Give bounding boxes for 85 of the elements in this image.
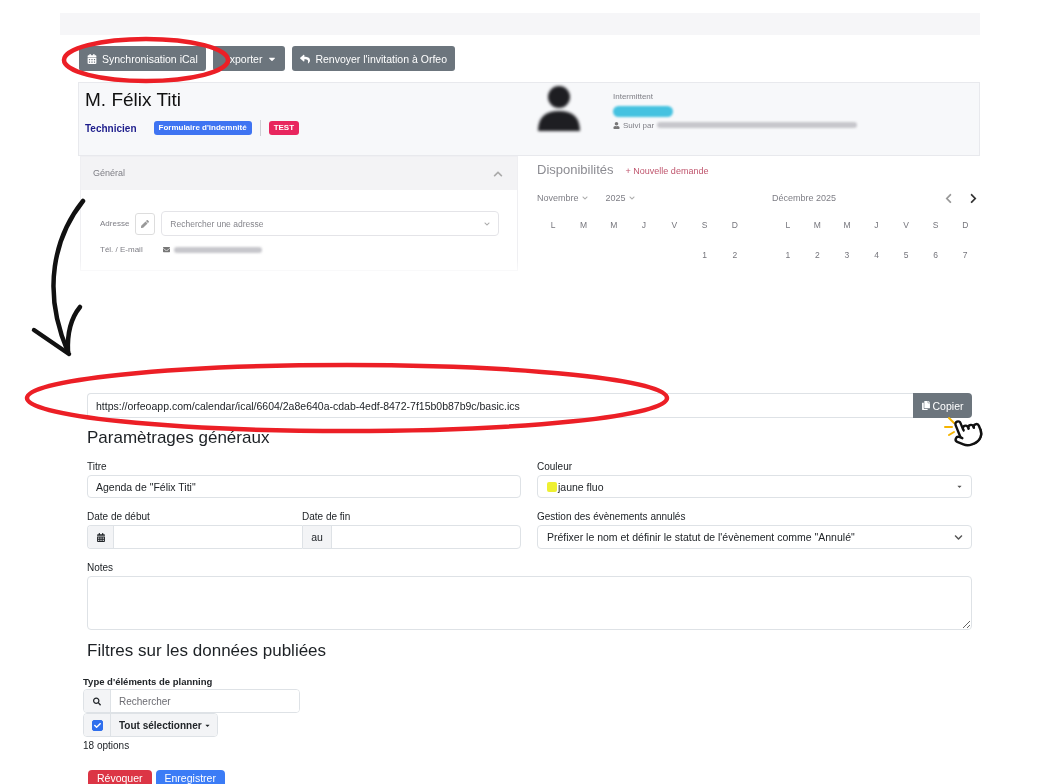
calendar-icon [96,532,105,542]
chevron-down-icon [581,195,588,201]
calendar-day[interactable]: 5 [903,248,909,262]
reply-arrow-icon [300,53,311,64]
toolbar-button[interactable]: xporter [212,46,286,71]
edit-button[interactable] [135,212,156,235]
weekday-label: V [671,219,678,232]
year-select[interactable]: 2025 [605,193,635,203]
panel-header[interactable]: Général [81,157,517,190]
calendar-day[interactable]: 6 [933,248,938,262]
calendar-day[interactable]: 1 [785,248,791,262]
panel-title: Général [93,168,126,179]
field-label: Notes [87,562,114,574]
section-title: Disponibilités [537,162,614,178]
tag-badge: Formulaire d'indemnité [153,121,252,135]
avatar-silhouette [536,84,582,132]
calendar-day[interactable]: 1 [702,248,707,262]
copy-button[interactable]: Copier [913,393,972,418]
field-label: Couleur [537,461,573,473]
start-date-field[interactable] [87,525,302,549]
calendar-day[interactable]: 2 [815,248,820,262]
cancelled-events-select[interactable]: Préfixer le nom et définir le statut de l'évènement comme "Annulé" [537,525,972,549]
copy-icon [921,401,930,410]
followers-label: Suivi par [623,120,655,131]
weekday-label: L [550,219,556,232]
calendar-day[interactable]: 7 [962,248,968,262]
chevron-down-icon [954,532,963,542]
action-button[interactable]: Révoquer [88,770,152,784]
field-label: Type d'éléments de planning [83,676,213,688]
month-title: Décembre 2025 [772,192,837,204]
status-label: Intermittent [613,92,653,102]
status-badge [613,105,673,117]
weekday-label: M [813,219,821,232]
weekday-label: L [785,219,791,232]
chevron-right-icon[interactable] [969,192,978,204]
weekday-label: V [903,219,909,232]
weekday-label: J [641,219,647,232]
weekday-label: M [610,219,618,232]
sparkle-icon [944,417,955,436]
search-field[interactable]: Rechercher [83,689,300,713]
tag-badge: TEST [268,121,300,135]
action-button[interactable]: Enregistrer [155,770,225,784]
weekday-label: D [962,219,969,232]
input-prefix: au [303,526,332,548]
pencil-icon [141,219,150,228]
field-label: Date de début [87,511,151,523]
select-all-dropdown[interactable]: Tout sélectionner [111,714,217,736]
caret-icon [956,483,963,490]
chevron-down-icon [484,220,490,227]
envelope-icon [162,246,170,254]
color-select[interactable]: jaune fluo [537,475,972,498]
person-icon [613,121,620,129]
field-label: Adresse [100,218,130,229]
calendar-day[interactable]: 4 [874,248,879,262]
address-select[interactable]: Rechercher une adresse [161,211,499,236]
field-label: Titre [87,461,107,473]
end-date-field[interactable]: au [302,525,521,549]
calendar-day[interactable]: 2 [732,248,738,262]
calendar-day[interactable]: 3 [844,248,850,262]
calendar-icon [87,53,97,64]
options-count: 18 options [83,740,130,752]
new-request-link[interactable]: + Nouvelle demande [625,166,709,176]
weekday-label: M [579,219,587,232]
checkbox[interactable] [91,719,103,731]
toolbar-button[interactable]: Renvoyer l'invitation à Orfeo [292,46,455,71]
weekday-label: M [843,219,851,232]
title-field[interactable]: Agenda de "Félix Titi" [87,475,521,498]
section-heading: Paramètrages généraux [87,428,270,448]
chevron-down-icon [628,195,635,201]
field-label: Gestion des évènements annulés [537,511,686,523]
field-label: Date de fin [302,511,352,523]
weekday-label: S [701,219,708,232]
weekday-label: S [932,219,939,232]
search-icon [93,696,101,706]
weekday-label: D [731,219,738,232]
month-select[interactable]: Novembre [537,193,588,203]
toolbar-button[interactable]: Synchronisation iCal [79,46,206,71]
section-heading: Filtres sur les données publiées [87,641,327,661]
field-label: Tél. / E-mail [100,245,143,255]
chevron-left-icon[interactable] [944,192,953,204]
notes-field[interactable] [87,576,972,630]
url-field[interactable]: https://orfeoapp.com/calendar/ical/6604/2a8e640a-cdab-4edf-8472-7f15b0b87b9c/basic.ics [87,393,913,418]
role-label: Technicien [85,122,137,134]
person-name: M. Félix Titi [85,89,182,111]
weekday-label: J [874,219,879,232]
